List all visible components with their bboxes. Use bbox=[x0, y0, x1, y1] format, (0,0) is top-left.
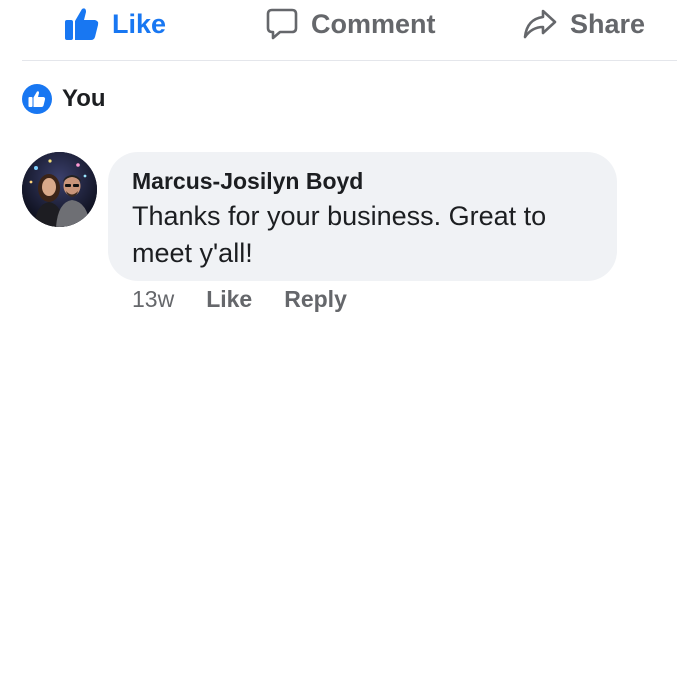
comment-like-button[interactable]: Like bbox=[206, 286, 252, 313]
comment-reply-button[interactable]: Reply bbox=[284, 286, 347, 313]
share-button-label: Share bbox=[570, 8, 646, 39]
like-button-label: Like bbox=[112, 8, 167, 39]
speech-bubble-icon bbox=[265, 7, 299, 41]
comment-text: Thanks for your business. Great to meet … bbox=[132, 201, 547, 268]
share-button[interactable]: Share bbox=[522, 6, 645, 42]
like-button[interactable]: Like bbox=[64, 6, 166, 42]
thumbs-up-icon bbox=[64, 6, 100, 42]
share-arrow-icon bbox=[522, 7, 558, 41]
comment-actions: 13w Like Reply bbox=[132, 286, 379, 313]
comment-timestamp[interactable]: 13w bbox=[132, 286, 174, 313]
comment-button-label: Comment bbox=[311, 8, 436, 39]
comment-button[interactable]: Comment bbox=[265, 6, 436, 42]
reaction-summary-text: You bbox=[62, 85, 106, 112]
post-action-bar: Like Comment Share bbox=[22, 0, 677, 61]
reaction-summary[interactable]: You bbox=[22, 84, 106, 114]
like-reaction-icon bbox=[22, 84, 52, 114]
comment-author[interactable]: Marcus-Josilyn Boyd bbox=[132, 167, 595, 195]
commenter-avatar[interactable] bbox=[22, 152, 97, 227]
comment-bubble: Marcus-Josilyn Boyd Thanks for your busi… bbox=[108, 152, 617, 281]
